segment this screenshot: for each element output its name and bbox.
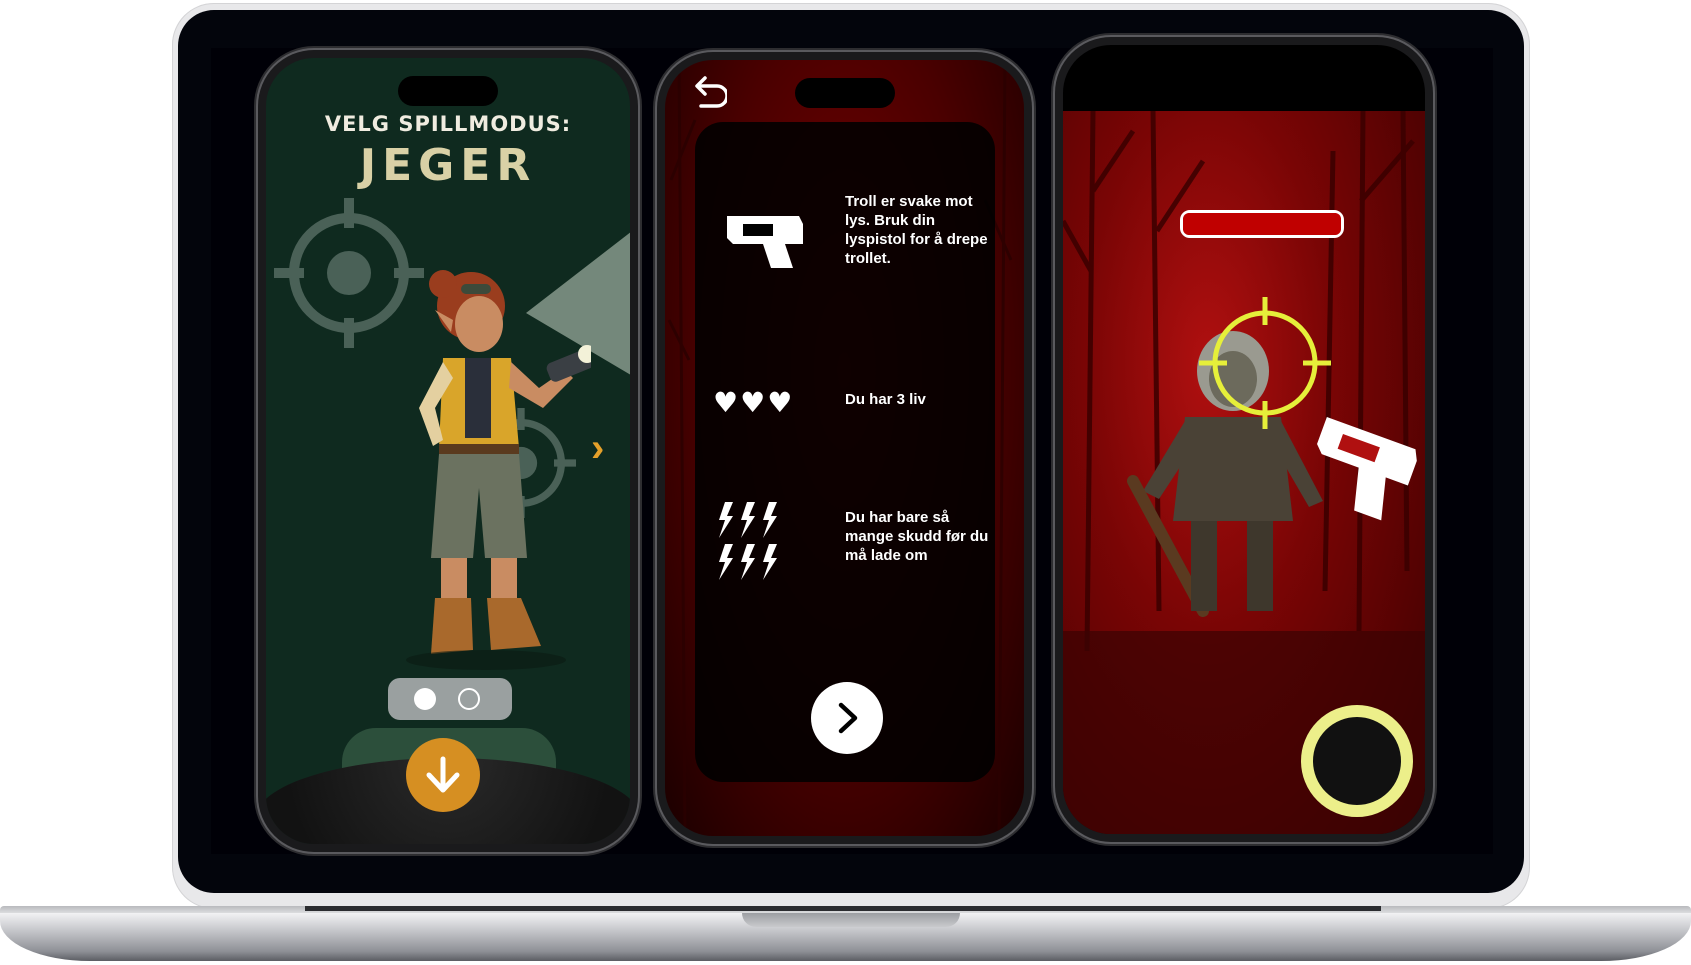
laptop-notch xyxy=(742,913,960,927)
chevron-right-icon[interactable]: › xyxy=(591,426,604,471)
stage: VELG SPILLMODUS: JEGER › Troll er svake … xyxy=(0,0,1691,965)
back-icon[interactable] xyxy=(687,72,727,112)
light-pistol-icon xyxy=(727,216,803,268)
hearts-icon: ♥♥♥ xyxy=(713,386,795,419)
mode-heading: VELG SPILLMODUS: xyxy=(324,112,572,136)
hunter-character xyxy=(406,270,591,670)
rules-screen: Troll er svake mot lys. Bruk din lyspist… xyxy=(665,60,1024,836)
laptop-hinge xyxy=(305,906,1381,911)
dynamic-island xyxy=(794,78,895,108)
mode-title: JEGER xyxy=(359,140,537,191)
phone-gameplay xyxy=(1055,37,1433,842)
health-bar xyxy=(1180,210,1344,238)
phone-mode-select: VELG SPILLMODUS: JEGER › xyxy=(258,50,638,852)
arrow-down-icon xyxy=(426,756,460,793)
next-button[interactable] xyxy=(811,682,883,754)
health-fill xyxy=(1183,213,1341,235)
rule-text: Troll er svake mot lys. Bruk din lyspist… xyxy=(845,193,988,267)
page-dot-active[interactable] xyxy=(414,688,436,710)
fire-button[interactable] xyxy=(1301,705,1413,817)
page-indicator[interactable] xyxy=(388,678,512,720)
gameplay-screen xyxy=(1063,45,1425,834)
mode-select-screen: VELG SPILLMODUS: JEGER › xyxy=(266,58,630,844)
page-dot[interactable] xyxy=(458,688,480,710)
confirm-button[interactable] xyxy=(406,738,480,812)
chevron-right-icon xyxy=(838,702,858,734)
lightning-bolts-icon xyxy=(719,502,777,580)
rule-text: Du har bare så mange skudd før du må lad… xyxy=(845,509,989,564)
dynamic-island xyxy=(398,76,498,106)
rule-text: Du har 3 liv xyxy=(845,391,926,408)
target-crosshair-icon xyxy=(1199,297,1331,429)
phone-rules: Troll er svake mot lys. Bruk din lyspist… xyxy=(657,52,1032,844)
